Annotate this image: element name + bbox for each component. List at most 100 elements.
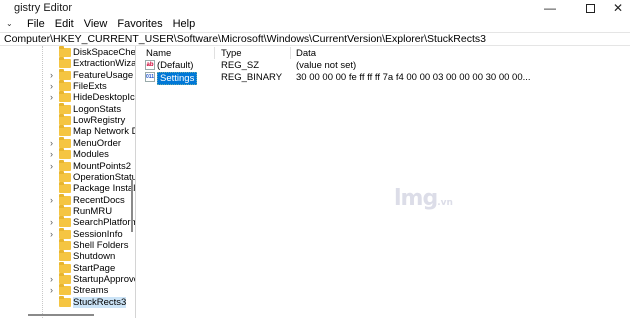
address-path[interactable]: Computer\HKEY_CURRENT_USER\Software\Micr… — [4, 33, 486, 45]
tree-item[interactable]: Shell Folders — [0, 238, 135, 251]
folder-icon — [59, 159, 71, 171]
folder-icon — [59, 182, 71, 194]
value-row-selected[interactable]: 011 Settings REG_BINARY 30 00 00 00 fe f… — [138, 72, 630, 85]
close-button[interactable]: ✕ — [606, 0, 630, 16]
tree-horizontal-scrollbar[interactable] — [28, 314, 94, 316]
value-name[interactable]: Settings — [157, 72, 198, 85]
value-data: (value not set) — [296, 60, 357, 71]
tree-item-label: FileExts — [73, 81, 107, 93]
tree-item-label: RecentDocs — [73, 194, 125, 206]
folder-icon — [59, 46, 71, 57]
chevron-right-icon[interactable]: › — [50, 70, 53, 81]
menu-favorites[interactable]: Favorites — [117, 18, 162, 30]
minimize-button[interactable]: — — [530, 0, 570, 16]
folder-icon — [59, 273, 71, 284]
column-separator[interactable] — [290, 47, 291, 59]
menu-view[interactable]: View — [84, 18, 108, 30]
tree-item[interactable]: LogonStats — [0, 102, 135, 115]
tree-item-label: ExtractionWizar — [73, 58, 136, 70]
menu-file[interactable]: File — [27, 18, 45, 30]
value-type: REG_SZ — [221, 60, 260, 71]
tree-item-label: StartupApprove — [73, 274, 136, 285]
tree-item-label: Map Network D — [73, 126, 136, 138]
tree-item[interactable]: › FeatureUsage — [0, 68, 135, 81]
folder-icon — [59, 125, 71, 137]
tree-item[interactable]: › SearchPlatform — [0, 216, 136, 229]
address-bar[interactable]: Computer\HKEY_CURRENT_USER\Software\Micr… — [0, 32, 630, 46]
value-type: REG_BINARY — [221, 72, 283, 83]
chevron-right-icon[interactable]: › — [50, 195, 53, 206]
window-title: gistry Editor — [14, 2, 73, 14]
tree-item[interactable]: DiskSpaceCheck — [0, 46, 135, 58]
value-name[interactable]: (Default) — [157, 60, 193, 71]
folder-icon — [59, 80, 71, 92]
string-value-icon: ab — [145, 60, 155, 70]
tree-item[interactable]: OperationStatus — [0, 170, 135, 183]
folder-icon — [59, 136, 71, 148]
column-header-name[interactable]: Name — [146, 48, 171, 59]
chevron-right-icon[interactable]: › — [50, 161, 53, 172]
tree-item-label: Shell Folders — [73, 239, 129, 251]
folder-icon — [59, 295, 71, 307]
key-tree-pane[interactable]: DiskSpaceCheckExtractionWizar › FeatureUsa… — [0, 46, 136, 318]
tree-item[interactable]: › SessionInfo — [0, 227, 135, 240]
tree-item-label: Package Installa — [73, 183, 136, 195]
tree-item-label: MountPoints2 — [73, 160, 132, 172]
chevron-right-icon[interactable]: › — [50, 81, 53, 92]
tree-vertical-scrollbar[interactable] — [131, 180, 133, 232]
chevron-right-icon[interactable]: › — [50, 217, 53, 228]
column-header-data[interactable]: Data — [296, 48, 316, 59]
value-row[interactable]: ab (Default) REG_SZ (value not set) — [138, 60, 630, 71]
tree-item[interactable]: RunMRU — [0, 204, 135, 217]
minimize-icon: — — [544, 1, 556, 15]
binary-value-icon: 011 — [145, 72, 155, 82]
folder-icon — [59, 216, 71, 228]
column-header-type[interactable]: Type — [221, 48, 242, 59]
menu-bar: File Edit View Favorites Help — [0, 16, 630, 32]
tree-item[interactable]: › FileExts — [0, 80, 135, 93]
tree-item-label: StuckRects3 — [73, 296, 127, 308]
tree-item[interactable]: › MountPoints2 — [0, 159, 135, 172]
tree-item[interactable]: StartPage — [0, 261, 135, 274]
tree-item[interactable]: Map Network D — [0, 125, 136, 138]
watermark-logo: lmg.vn — [394, 186, 453, 211]
tree-item[interactable]: › RecentDocs — [0, 193, 135, 206]
folder-icon — [59, 148, 71, 160]
chevron-right-icon[interactable]: › — [50, 285, 53, 296]
folder-icon — [59, 57, 71, 69]
tree-item-label: RunMRU — [73, 205, 113, 217]
tree-item-label: SearchPlatform — [73, 217, 136, 229]
tree-item[interactable]: LowRegistry — [0, 114, 135, 127]
folder-icon — [59, 91, 71, 103]
chevron-right-icon[interactable]: › — [50, 138, 53, 149]
value-data: 30 00 00 00 fe ff ff ff 7a f4 00 00 03 0… — [296, 72, 531, 83]
chevron-right-icon[interactable]: › — [50, 149, 53, 160]
tree-item[interactable]: ExtractionWizar — [0, 57, 136, 70]
menu-help[interactable]: Help — [173, 18, 196, 30]
tree-item-label: MenuOrder — [73, 137, 122, 149]
tree-item-label: LowRegistry — [73, 115, 126, 127]
tree-item[interactable]: › Streams — [0, 284, 135, 297]
maximize-button[interactable] — [570, 0, 610, 16]
folder-icon — [59, 204, 71, 216]
tree-item[interactable]: › StartupApprove — [0, 273, 136, 285]
tree-item[interactable]: StuckRects3 — [0, 295, 135, 308]
values-pane[interactable]: Name Type Data ab (Default) REG_SZ (valu… — [138, 46, 630, 318]
tree-item-label: Streams — [73, 285, 109, 297]
tree-item[interactable]: Package Installa — [0, 182, 136, 195]
menu-edit[interactable]: Edit — [55, 18, 74, 30]
tree-item[interactable]: › HideDesktopIco — [0, 91, 135, 103]
folder-icon — [59, 68, 71, 80]
close-icon: ✕ — [612, 1, 624, 15]
folder-icon — [59, 102, 71, 114]
chevron-right-icon[interactable]: › — [50, 274, 53, 285]
column-separator[interactable] — [214, 47, 215, 59]
tree-item[interactable]: › MenuOrder — [0, 136, 135, 149]
folder-icon — [59, 193, 71, 205]
chevron-right-icon[interactable]: › — [50, 229, 53, 240]
tree-item-label: SessionInfo — [73, 228, 123, 240]
tree-item[interactable]: › Modules — [0, 148, 135, 160]
chevron-right-icon[interactable]: › — [50, 92, 53, 103]
tree-item[interactable]: Shutdown — [0, 250, 135, 262]
folder-icon — [59, 238, 71, 250]
